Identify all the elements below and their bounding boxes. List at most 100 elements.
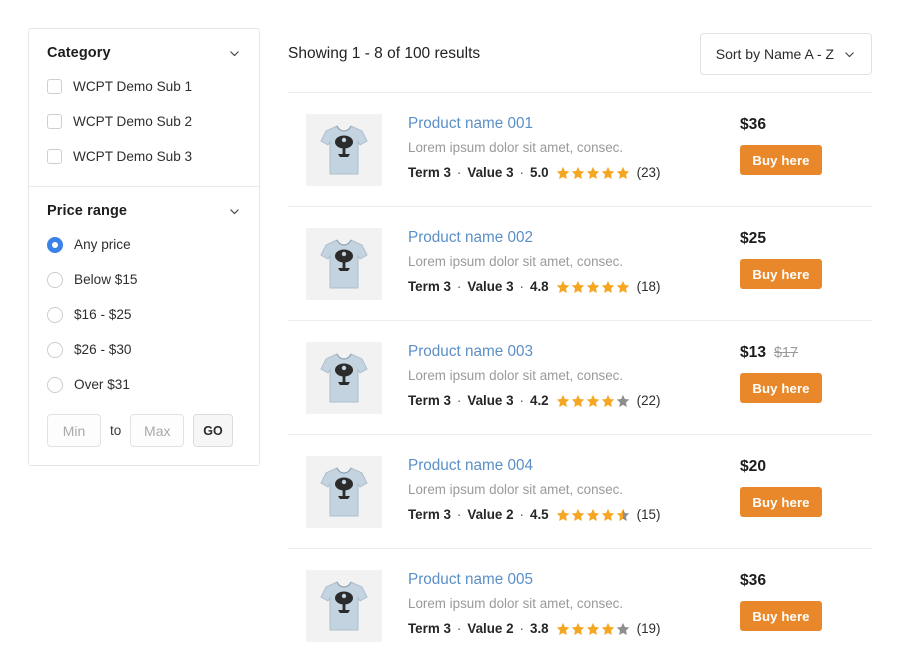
product-name-link[interactable]: Product name 002 bbox=[408, 230, 533, 247]
radio-3[interactable] bbox=[47, 342, 63, 358]
review-count: (22) bbox=[637, 393, 661, 408]
radio-4[interactable] bbox=[47, 377, 63, 393]
filter-option[interactable]: WCPT Demo Sub 2 bbox=[47, 110, 241, 133]
product-info: Product name 001Lorem ipsum dolor sit am… bbox=[408, 114, 740, 180]
product-rating: 4.5 bbox=[530, 507, 549, 522]
product-thumbnail[interactable] bbox=[306, 228, 382, 300]
product-name-link[interactable]: Product name 005 bbox=[408, 572, 533, 589]
star-filled-icon bbox=[586, 622, 600, 636]
product-value: Value 3 bbox=[467, 393, 513, 408]
star-filled-icon bbox=[616, 280, 630, 294]
product-rating: 4.2 bbox=[530, 393, 549, 408]
review-count: (19) bbox=[637, 621, 661, 636]
review-count: (18) bbox=[637, 279, 661, 294]
sort-dropdown[interactable]: Sort by Name A - Z bbox=[700, 33, 872, 75]
meta-separator: · bbox=[520, 393, 524, 408]
radio-2[interactable] bbox=[47, 307, 63, 323]
main-content: Showing 1 - 8 of 100 results Sort by Nam… bbox=[288, 28, 872, 645]
star-filled-icon bbox=[586, 394, 600, 408]
product-price: $13 bbox=[740, 344, 766, 362]
product-name-link[interactable]: Product name 003 bbox=[408, 344, 533, 361]
product-rating: 4.8 bbox=[530, 279, 549, 294]
meta-separator: · bbox=[520, 621, 524, 636]
product-info: Product name 005Lorem ipsum dolor sit am… bbox=[408, 570, 740, 636]
product-purchase: $13$17Buy here bbox=[740, 342, 872, 403]
rating-stars bbox=[556, 508, 631, 522]
meta-separator: · bbox=[520, 279, 524, 294]
filter-option[interactable]: Any price bbox=[47, 233, 241, 256]
rating-stars bbox=[556, 622, 631, 636]
chevron-down-icon bbox=[228, 205, 241, 218]
price-line: $36 bbox=[740, 116, 872, 134]
filter-option-label: Below $15 bbox=[74, 273, 137, 287]
product-row: Product name 005Lorem ipsum dolor sit am… bbox=[288, 548, 872, 645]
product-name-link[interactable]: Product name 004 bbox=[408, 458, 533, 475]
star-filled-icon bbox=[571, 622, 585, 636]
meta-separator: · bbox=[457, 507, 461, 522]
radio-0[interactable] bbox=[47, 237, 63, 253]
checkbox-0[interactable] bbox=[47, 79, 62, 94]
filter-header-1[interactable]: Price range bbox=[47, 203, 241, 219]
star-filled-icon bbox=[586, 166, 600, 180]
buy-here-button[interactable]: Buy here bbox=[740, 601, 822, 631]
product-price: $25 bbox=[740, 230, 766, 248]
star-filled-icon bbox=[571, 280, 585, 294]
product-thumbnail[interactable] bbox=[306, 342, 382, 414]
product-purchase: $20Buy here bbox=[740, 456, 872, 517]
product-purchase: $25 Buy here bbox=[740, 228, 872, 289]
buy-here-button[interactable]: Buy here bbox=[740, 487, 822, 517]
star-filled-icon bbox=[571, 166, 585, 180]
price-max-input[interactable] bbox=[130, 414, 184, 447]
product-info: Product name 003Lorem ipsum dolor sit am… bbox=[408, 342, 740, 408]
filter-option[interactable]: $26 - $30 bbox=[47, 338, 241, 361]
review-count: (23) bbox=[637, 165, 661, 180]
product-name-link[interactable]: Product name 001 bbox=[408, 116, 533, 133]
filter-title: Price range bbox=[47, 203, 127, 219]
star-filled-icon bbox=[601, 280, 615, 294]
star-filled-icon bbox=[616, 166, 630, 180]
tshirt-thumbnail bbox=[318, 236, 370, 292]
price-go-button[interactable]: GO bbox=[193, 414, 232, 447]
filter-option-label: Over $31 bbox=[74, 378, 130, 392]
product-meta: Term 3·Value 2·3.8(19) bbox=[408, 621, 740, 636]
price-min-input[interactable] bbox=[47, 414, 101, 447]
product-thumbnail[interactable] bbox=[306, 456, 382, 528]
filter-option-label: WCPT Demo Sub 1 bbox=[73, 80, 192, 94]
filter-option[interactable]: WCPT Demo Sub 3 bbox=[47, 145, 241, 168]
filter-option[interactable]: $16 - $25 bbox=[47, 303, 241, 326]
product-meta: Term 3·Value 2·4.5(15) bbox=[408, 507, 740, 522]
product-term: Term 3 bbox=[408, 393, 451, 408]
tshirt-thumbnail bbox=[318, 122, 370, 178]
filter-header-0[interactable]: Category bbox=[47, 45, 241, 61]
star-filled-icon bbox=[601, 622, 615, 636]
filter-option[interactable]: Over $31 bbox=[47, 373, 241, 396]
star-filled-icon bbox=[556, 280, 570, 294]
product-row: Product name 004Lorem ipsum dolor sit am… bbox=[288, 434, 872, 548]
product-rating: 3.8 bbox=[530, 621, 549, 636]
radio-1[interactable] bbox=[47, 272, 63, 288]
product-info: Product name 004Lorem ipsum dolor sit am… bbox=[408, 456, 740, 522]
star-empty-icon bbox=[616, 394, 630, 408]
product-purchase: $36 Buy here bbox=[740, 114, 872, 175]
buy-here-button[interactable]: Buy here bbox=[740, 145, 822, 175]
product-thumbnail[interactable] bbox=[306, 570, 382, 642]
checkbox-2[interactable] bbox=[47, 149, 62, 164]
buy-here-button[interactable]: Buy here bbox=[740, 373, 822, 403]
price-range-inputs: toGO bbox=[47, 414, 241, 447]
buy-here-button[interactable]: Buy here bbox=[740, 259, 822, 289]
meta-separator: · bbox=[457, 393, 461, 408]
product-info: Product name 002 Lorem ipsum dolor sit am… bbox=[408, 228, 740, 294]
product-description: Lorem ipsum dolor sit amet, consec. bbox=[408, 254, 740, 270]
results-toolbar: Showing 1 - 8 of 100 results Sort by Nam… bbox=[288, 28, 872, 80]
product-price: $36 bbox=[740, 572, 766, 590]
filter-option[interactable]: WCPT Demo Sub 1 bbox=[47, 75, 241, 98]
filter-section-price-range: Price range Any price Below $15 $16 - $25 $2… bbox=[29, 186, 259, 465]
product-row: Product name 003Lorem ipsum dolor sit am… bbox=[288, 320, 872, 434]
product-thumbnail[interactable] bbox=[306, 114, 382, 186]
checkbox-1[interactable] bbox=[47, 114, 62, 129]
results-count: Showing 1 - 8 of 100 results bbox=[288, 45, 480, 63]
star-filled-icon bbox=[586, 280, 600, 294]
price-line: $36 bbox=[740, 572, 872, 590]
star-filled-icon bbox=[556, 166, 570, 180]
filter-option[interactable]: Below $15 bbox=[47, 268, 241, 291]
